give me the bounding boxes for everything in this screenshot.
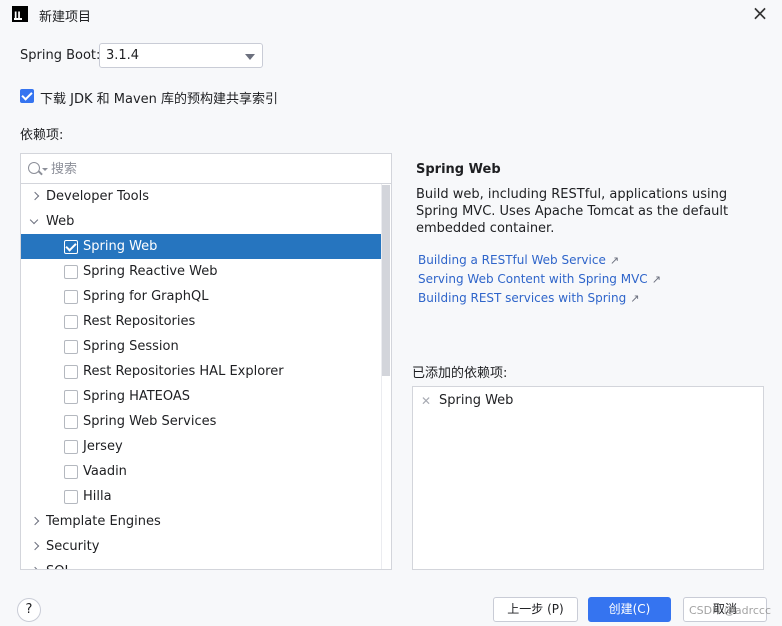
tree-item-checkbox[interactable] (64, 415, 78, 429)
tree-item-label: Jersey (83, 439, 123, 454)
tree-item-spring-web-services[interactable]: Spring Web Services (21, 409, 381, 434)
tree-item-label: Spring HATEOAS (83, 389, 191, 404)
remove-icon[interactable]: ✕ (421, 393, 433, 409)
tree-group-label: Template Engines (46, 514, 161, 529)
detail-link-serving-web-content[interactable]: Serving Web Content with Spring MVC ↗ (418, 272, 661, 286)
spring-boot-version-select[interactable]: 3.1.4 (99, 43, 263, 68)
detail-title: Spring Web (416, 162, 501, 177)
external-link-icon: ↗ (630, 292, 640, 305)
detail-description: Build web, including RESTful, applicatio… (416, 187, 729, 236)
tree-group-developer-tools[interactable]: Developer Tools (21, 184, 381, 209)
tree-item-hilla[interactable]: Hilla (21, 484, 381, 509)
detail-link-rest-services[interactable]: Building REST services with Spring ↗ (418, 291, 639, 305)
tree-item-jersey[interactable]: Jersey (21, 434, 381, 459)
download-index-label[interactable]: 下载 JDK 和 Maven 库的预构建共享索引 (40, 88, 278, 107)
dependencies-label: 依赖项: (20, 128, 64, 143)
tree-scrollbar-thumb[interactable] (382, 185, 390, 376)
tree-group-label: Web (46, 214, 75, 229)
tree-item-checkbox[interactable] (64, 440, 78, 454)
tree-group-label: SQL (46, 559, 72, 569)
tree-item-checkbox[interactable] (64, 315, 78, 329)
tree-item-spring-hateoas[interactable]: Spring HATEOAS (21, 384, 381, 409)
create-button[interactable]: 创建(C) (588, 597, 671, 622)
tree-item-checkbox[interactable] (64, 340, 78, 354)
external-link-icon: ↗ (651, 273, 661, 286)
close-icon[interactable]: × (748, 3, 772, 25)
tree-item-vaadin[interactable]: Vaadin (21, 459, 381, 484)
search-input[interactable] (51, 160, 371, 178)
tree-item-spring-for-graphql[interactable]: Spring for GraphQL (21, 284, 381, 309)
tree-item-checkbox[interactable] (64, 265, 78, 279)
spring-boot-label: Spring Boot: (20, 48, 101, 63)
chevron-right-icon[interactable] (31, 559, 41, 569)
tree-group-label: Developer Tools (46, 189, 150, 204)
added-dependency-label: Spring Web (439, 393, 514, 408)
cancel-button[interactable]: 取消 (683, 597, 767, 622)
chevron-down-icon[interactable] (31, 209, 41, 234)
search-icon[interactable] (28, 162, 40, 174)
tree-item-label: Vaadin (83, 464, 127, 479)
tree-item-label: Hilla (83, 489, 112, 504)
spring-boot-version-value: 3.1.4 (106, 48, 140, 63)
tree-item-label: Spring Web (83, 239, 158, 254)
tree-group-sql[interactable]: SQL (21, 559, 381, 569)
tree-item-spring-web[interactable]: Spring Web (21, 234, 381, 259)
tree-item-label: Spring Reactive Web (83, 264, 218, 279)
chevron-right-icon[interactable] (31, 184, 41, 209)
detail-link-restful-web-service[interactable]: Building a RESTful Web Service ↗ (418, 253, 619, 267)
external-link-icon: ↗ (609, 254, 620, 267)
tree-item-rest-repositories[interactable]: Rest Repositories (21, 309, 381, 334)
tree-item-checkbox[interactable] (64, 365, 78, 379)
tree-item-spring-session[interactable]: Spring Session (21, 334, 381, 359)
dropdown-arrow-icon (245, 54, 255, 60)
tree-item-label: Rest Repositories (83, 314, 196, 329)
tree-group-web[interactable]: Web (21, 209, 381, 234)
search-options-chevron-icon[interactable] (42, 168, 48, 171)
tree-item-checkbox[interactable] (64, 465, 78, 479)
tree-item-label: Spring Session (83, 339, 179, 354)
window-title: 新建项目 (39, 10, 92, 25)
tree-item-label: Rest Repositories HAL Explorer (83, 364, 284, 379)
detail-link-label: Building REST services with Spring (418, 291, 627, 305)
tree-item-checkbox[interactable] (64, 240, 78, 254)
tree-item-checkbox[interactable] (64, 490, 78, 504)
tree-group-label: Security (46, 539, 100, 554)
added-dependencies-label: 已添加的依赖项: (412, 366, 508, 381)
app-logo-icon: IJ (12, 6, 28, 22)
previous-button[interactable]: 上一步 (P) (493, 597, 578, 622)
help-button[interactable]: ? (17, 598, 41, 622)
tree-item-spring-reactive-web[interactable]: Spring Reactive Web (21, 259, 381, 284)
added-dependencies-list: ✕ Spring Web (412, 386, 764, 570)
tree-group-security[interactable]: Security (21, 534, 381, 559)
download-index-checkbox[interactable] (20, 89, 34, 103)
tree-item-checkbox[interactable] (64, 290, 78, 304)
tree-item-rest-repositories-hal-explorer[interactable]: Rest Repositories HAL Explorer (21, 359, 381, 384)
tree-group-template-engines[interactable]: Template Engines (21, 509, 381, 534)
tree-item-checkbox[interactable] (64, 390, 78, 404)
dependency-tree: Developer Tools Web Spring Web Spring Re… (20, 153, 392, 570)
detail-link-label: Building a RESTful Web Service (418, 253, 606, 267)
chevron-right-icon[interactable] (31, 534, 41, 559)
chevron-right-icon[interactable] (31, 509, 41, 534)
tree-item-label: Spring for GraphQL (83, 289, 209, 304)
search-box (21, 154, 391, 184)
detail-link-label: Serving Web Content with Spring MVC (418, 272, 648, 286)
tree-item-label: Spring Web Services (83, 414, 217, 429)
